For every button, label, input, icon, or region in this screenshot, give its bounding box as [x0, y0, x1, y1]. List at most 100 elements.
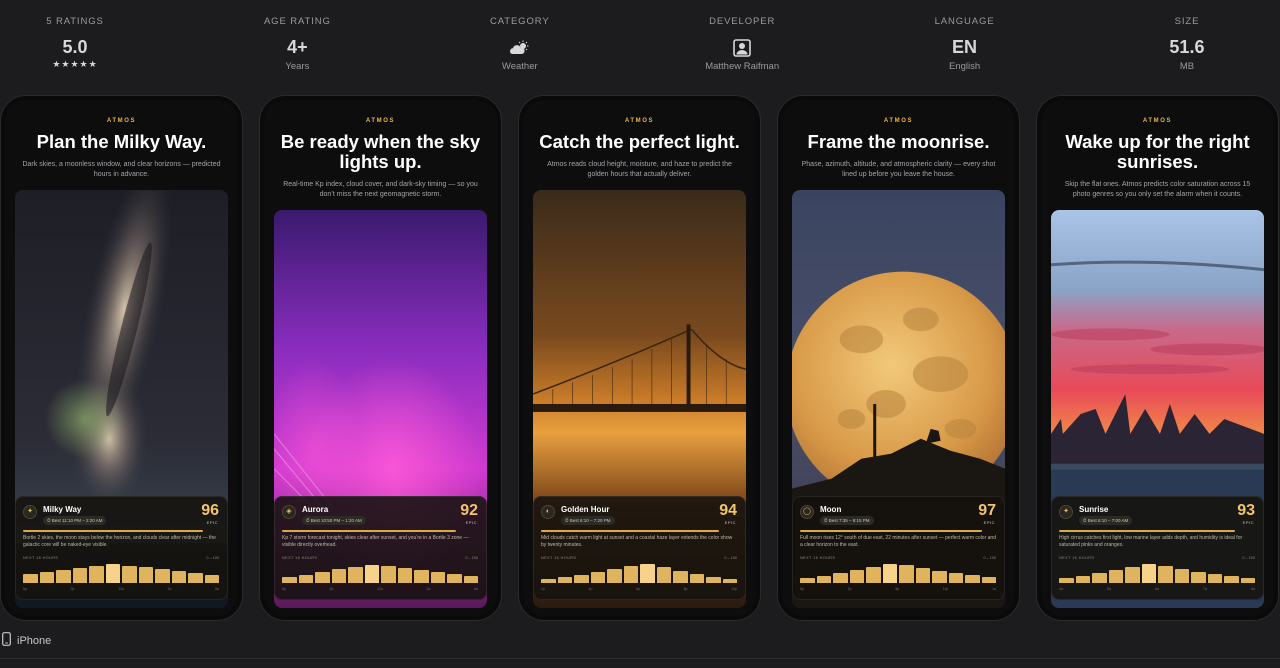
bar-tick-label: 4p — [588, 587, 593, 591]
brand-label: ATMOS — [624, 118, 655, 124]
hourly-bar — [1191, 572, 1206, 583]
category-sub: Weather — [501, 61, 538, 72]
screenshot-aurora[interactable]: ATMOS Be ready when the sky lights up. R… — [259, 95, 502, 621]
hourly-bar — [381, 566, 396, 583]
device-label: iPhone — [17, 635, 52, 647]
hourly-bars — [800, 563, 996, 583]
bar-tick-label: 5a — [1107, 587, 1111, 591]
info-ratings[interactable]: 5 RATINGS 5.0 ★★★★★ — [10, 0, 140, 88]
brand-label: ATMOS — [106, 118, 137, 124]
bar-tick-label: 6p — [23, 587, 27, 591]
forecast-card[interactable]: ◈ Aurora ⏱ Best 10:50 PM – 1:20 AM 92 EP… — [274, 496, 487, 600]
hourly-bar — [1059, 578, 1074, 583]
hourly-bar — [899, 565, 914, 583]
info-label: DEVELOPER — [709, 16, 776, 27]
bar-tick-label: 12a — [118, 587, 124, 591]
hourly-bar — [430, 572, 445, 583]
bar-ticks: 5p 7p 9p 11p 1a — [800, 587, 996, 591]
bar-tick-label: 6a — [474, 587, 478, 591]
brand-label: ATMOS — [883, 118, 914, 124]
hourly-bar — [866, 567, 881, 583]
screenshot-subline: Skip the flat ones. Atmos predicts color… — [1064, 181, 1251, 198]
hourly-bar — [915, 568, 930, 583]
score-rating: EPIC — [1242, 520, 1254, 525]
weather-icon — [455, 37, 585, 59]
hourly-bar — [833, 573, 848, 583]
bar-tick-label: 6p — [636, 587, 640, 591]
language-sub: English — [948, 61, 981, 72]
bar-ticks: 2p 4p 6p 8p 10p — [541, 587, 737, 591]
language-value: EN — [952, 37, 978, 57]
sunrise-icon: ✦ — [1059, 505, 1073, 519]
hourly-bar — [188, 573, 203, 583]
forecast-card[interactable]: ◐ Golden Hour ⏱ Best 6:10 – 7:20 PM 94 E… — [533, 496, 746, 600]
screenshot-golden-hour[interactable]: ATMOS Catch the perfect light. Atmos rea… — [518, 95, 761, 621]
hourly-bar — [89, 566, 104, 583]
next-hours-label: NEXT 16 HOURS — [1059, 556, 1095, 560]
screenshot-carousel[interactable]: ATMOS Plan the Milky Way. Dark skies, a … — [0, 95, 1280, 621]
star-icon: ✦ — [23, 505, 37, 519]
score-value: 92 — [460, 502, 478, 519]
hourly-bar — [1240, 578, 1255, 583]
hourly-bar — [282, 577, 297, 583]
iphone-icon — [2, 631, 11, 651]
hourly-bar — [590, 572, 605, 583]
forecast-card[interactable]: ✦ Milky Way ⏱ Best 11:10 PM – 2:20 AM 96… — [15, 496, 228, 600]
hourly-bar — [331, 569, 346, 583]
screenshot-headline: Plan the Milky Way. — [36, 131, 207, 152]
info-developer[interactable]: DEVELOPER Matthew Raifman — [677, 0, 807, 88]
bar-tick-label: 4a — [1059, 587, 1063, 591]
card-title: Sunrise — [1079, 505, 1109, 514]
score-rating: EPIC — [724, 520, 736, 525]
hourly-bar — [800, 578, 815, 583]
hourly-bar — [640, 564, 655, 583]
section-divider — [0, 658, 1280, 659]
bar-ticks: 6p 9p 12a 3a 6a — [282, 587, 478, 591]
hourly-bar — [138, 567, 153, 583]
hourly-bars — [23, 563, 219, 583]
score-rating: EPIC — [465, 520, 477, 525]
info-label: 5 RATINGS — [46, 16, 104, 27]
bar-tick-label: 3a — [167, 587, 172, 591]
bar-tick-label: 10p — [731, 587, 737, 591]
screenshot-milky-way[interactable]: ATMOS Plan the Milky Way. Dark skies, a … — [0, 95, 243, 621]
device-selector[interactable]: iPhone — [0, 630, 51, 652]
score-bar — [1059, 530, 1235, 532]
hourly-bar — [673, 571, 688, 583]
next-hours-label: NEXT 16 HOURS — [282, 556, 318, 560]
info-language[interactable]: LANGUAGE EN English — [900, 0, 1030, 88]
hourly-bar — [706, 577, 721, 583]
card-title: Milky Way — [43, 505, 82, 514]
hourly-bar — [397, 568, 412, 583]
card-description: High cirrus catches first light, low mar… — [1059, 535, 1243, 548]
hourly-bar — [1207, 574, 1222, 583]
hourly-bar — [155, 569, 170, 583]
hourly-bar — [948, 573, 963, 583]
hourly-bar — [1224, 576, 1239, 583]
moon-icon: ◯ — [800, 505, 814, 519]
card-title: Moon — [820, 505, 842, 514]
hourly-bar — [1092, 573, 1107, 583]
bar-ticks: 4a 5a 6a 7a 8a — [1059, 587, 1255, 591]
forecast-card[interactable]: ◯ Moon ⏱ Best 7:35 – 8:15 PM 97 EPIC Ful… — [792, 496, 1005, 600]
hourly-bar — [105, 564, 120, 583]
hourly-bar — [414, 570, 429, 583]
info-category[interactable]: CATEGORY Weather — [455, 0, 585, 88]
hourly-bar — [882, 564, 897, 583]
best-time-badge: ⏱ Best 11:10 PM – 2:20 AM — [43, 516, 107, 525]
score-value: 93 — [1237, 502, 1255, 519]
score-bar — [800, 530, 982, 532]
brand-label: ATMOS — [365, 118, 396, 124]
hourly-bar — [1108, 570, 1123, 583]
info-size: SIZE 51.6 MB — [1122, 0, 1252, 88]
forecast-card[interactable]: ✦ Sunrise ⏱ Best 6:10 – 7:00 AM 93 EPIC … — [1051, 496, 1264, 600]
next-hours-label: NEXT 16 HOURS — [541, 556, 577, 560]
developer-icon — [677, 37, 807, 59]
hourly-bar — [447, 574, 462, 583]
hourly-bar — [204, 575, 219, 583]
screenshot-headline: Catch the perfect light. — [539, 131, 740, 152]
screenshot-moon[interactable]: ATMOS Frame the moonrise. Phase, azimuth… — [777, 95, 1020, 621]
info-label: AGE RATING — [263, 16, 331, 27]
screenshot-sunrise[interactable]: ATMOS Wake up for the right sunrises. Sk… — [1036, 95, 1279, 621]
screenshot-headline: Frame the moonrise. — [807, 131, 990, 152]
